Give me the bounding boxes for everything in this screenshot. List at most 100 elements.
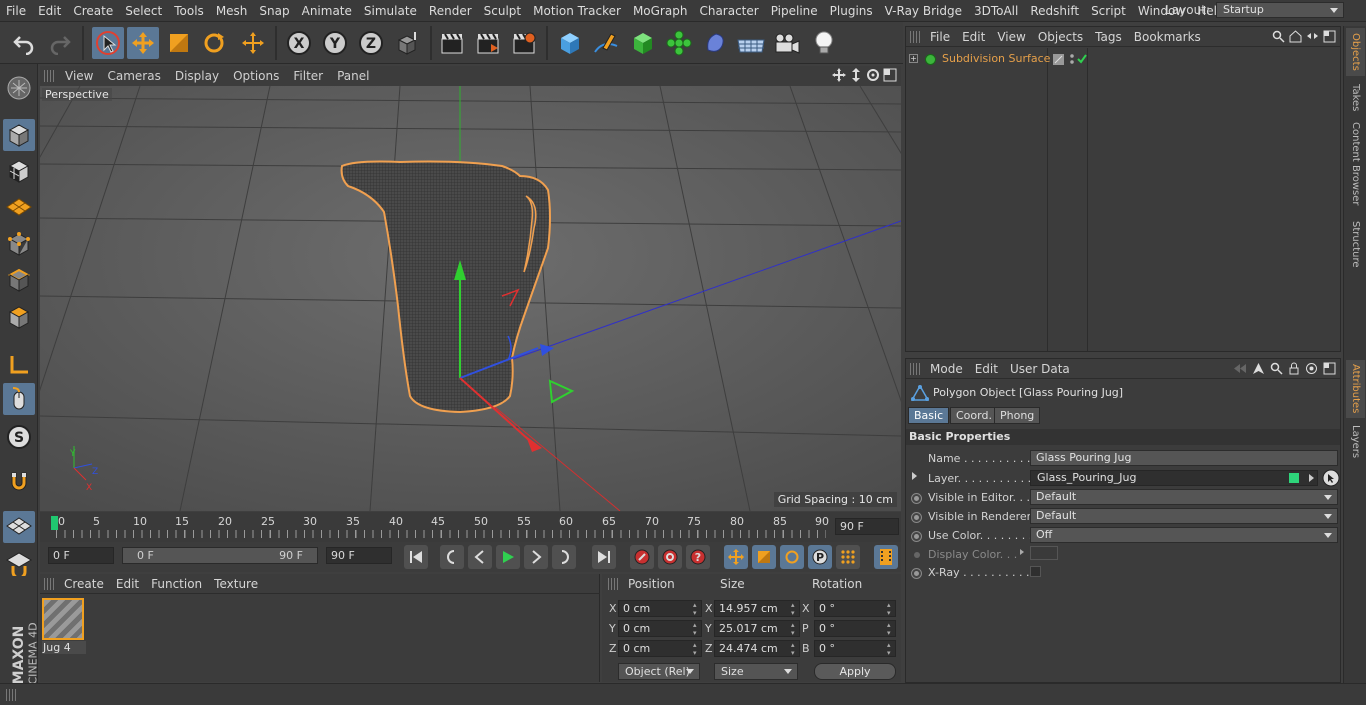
perspective-viewport[interactable]: Y Z X Perspective Grid Spacing : 10 cm — [40, 86, 901, 511]
menu-script[interactable]: Script — [1085, 4, 1132, 18]
move-tool-button[interactable] — [127, 27, 159, 59]
locked-workplane-button[interactable] — [3, 547, 35, 579]
end-frame-field[interactable]: 90 F — [326, 547, 392, 564]
object-menu-tags[interactable]: Tags — [1089, 30, 1128, 44]
menu-simulate[interactable]: Simulate — [358, 4, 423, 18]
goto-previous-frame-button[interactable] — [468, 545, 492, 569]
points-mode-button[interactable] — [3, 228, 35, 260]
visible-in-editor-select[interactable]: Default — [1030, 489, 1338, 505]
xray-radio[interactable] — [911, 568, 922, 579]
play-forward-button[interactable] — [496, 545, 520, 569]
model-mode-button[interactable] — [3, 119, 35, 151]
z-axis-lock-button[interactable]: Z — [355, 27, 387, 59]
key-parameter-button[interactable]: P — [808, 545, 832, 569]
scale-tool-button[interactable] — [163, 27, 195, 59]
side-tab-attributes[interactable]: Attributes — [1346, 360, 1365, 418]
key-position-button[interactable] — [724, 545, 748, 569]
pos-z-input[interactable]: 0 cm — [618, 640, 702, 657]
material-menu-create[interactable]: Create — [58, 577, 110, 591]
rot-h-input[interactable]: 0 ° — [814, 600, 896, 617]
current-frame-field[interactable]: 90 F — [835, 518, 899, 535]
autokeying-button[interactable] — [658, 545, 682, 569]
record-active-objects-button[interactable] — [630, 545, 654, 569]
render-settings-button[interactable] — [508, 27, 540, 59]
use-color-radio[interactable] — [911, 531, 922, 542]
apply-button[interactable]: Apply — [814, 663, 896, 680]
panel-grip[interactable] — [44, 70, 54, 82]
back-arrow-icon[interactable] — [1233, 362, 1247, 375]
polygons-mode-button[interactable] — [3, 301, 35, 333]
live-selection-button[interactable] — [92, 27, 124, 59]
zoom-view-icon[interactable] — [849, 68, 863, 82]
visible-in-editor-radio[interactable] — [911, 493, 922, 504]
size-z-input[interactable]: 24.474 cm — [714, 640, 800, 657]
side-tab-layers[interactable]: Layers — [1346, 422, 1365, 462]
side-tab-takes[interactable]: Takes — [1346, 80, 1365, 116]
home-icon[interactable] — [1289, 30, 1302, 43]
goto-previous-keyframe-button[interactable] — [440, 545, 464, 569]
x-axis-lock-button[interactable]: X — [283, 27, 315, 59]
edges-mode-button[interactable] — [3, 264, 35, 296]
viewport-menu-filter[interactable]: Filter — [286, 69, 330, 83]
arrows-icon[interactable] — [1306, 30, 1319, 43]
name-input[interactable]: Glass Pouring Jug — [1030, 450, 1338, 466]
y-axis-lock-button[interactable]: Y — [319, 27, 351, 59]
xray-checkbox[interactable] — [1030, 566, 1041, 577]
timeline-window-button[interactable] — [874, 545, 898, 569]
panel-grip[interactable] — [6, 689, 16, 701]
visible-in-renderer-radio[interactable] — [911, 512, 922, 523]
search-icon[interactable] — [1270, 362, 1283, 375]
search-icon[interactable] — [1272, 30, 1285, 43]
enabled-check-icon[interactable] — [1076, 53, 1088, 65]
panel-grip[interactable] — [910, 362, 920, 375]
object-menu-view[interactable]: View — [991, 30, 1031, 44]
layer-field[interactable]: Glass_Pouring_Jug — [1030, 470, 1318, 486]
attribute-menu-user-data[interactable]: User Data — [1004, 362, 1076, 376]
redo-button[interactable] — [44, 27, 76, 59]
goto-end-button[interactable] — [592, 545, 616, 569]
side-tab-objects[interactable]: Objects — [1346, 28, 1365, 76]
layer-menu-arrow[interactable] — [1309, 474, 1314, 482]
menu-3dtoall[interactable]: 3DToAll — [968, 4, 1024, 18]
material-menu-texture[interactable]: Texture — [208, 577, 264, 591]
side-tab-content-browser[interactable]: Content Browser — [1346, 120, 1365, 208]
key-point-level-button[interactable] — [836, 545, 860, 569]
goto-start-button[interactable] — [404, 545, 428, 569]
rotate-view-icon[interactable] — [866, 68, 880, 82]
camera-button[interactable] — [771, 27, 803, 59]
layer-expand-arrow[interactable] — [912, 472, 917, 480]
maximize-panel-icon[interactable] — [1323, 362, 1336, 375]
menu-pipeline[interactable]: Pipeline — [765, 4, 824, 18]
coordinate-system-button[interactable] — [392, 27, 424, 59]
material-menu-edit[interactable]: Edit — [110, 577, 145, 591]
material-menu-function[interactable]: Function — [145, 577, 208, 591]
side-tab-structure[interactable]: Structure — [1346, 216, 1365, 272]
workplane-mode-button[interactable] — [3, 191, 35, 223]
key-scale-button[interactable] — [752, 545, 776, 569]
cloner-button[interactable] — [663, 27, 695, 59]
rot-b-input[interactable]: 0 ° — [814, 640, 896, 657]
object-menu-bookmarks[interactable]: Bookmarks — [1128, 30, 1207, 44]
key-rotation-button[interactable] — [780, 545, 804, 569]
viewport-menu-options[interactable]: Options — [226, 69, 286, 83]
viewport-menu-display[interactable]: Display — [168, 69, 226, 83]
render-view-button[interactable] — [436, 27, 468, 59]
display-color-expand-arrow[interactable] — [1020, 549, 1024, 555]
keyframe-selection-button[interactable]: ? — [686, 545, 710, 569]
menu-character[interactable]: Character — [693, 4, 764, 18]
goto-next-frame-button[interactable] — [524, 545, 548, 569]
tweak-mode-button[interactable] — [3, 383, 35, 415]
viewport-menu-view[interactable]: View — [58, 69, 100, 83]
use-color-select[interactable]: Off — [1030, 527, 1338, 543]
coordinate-mode-select[interactable]: Object (Rel) — [618, 663, 700, 680]
menu-motion-tracker[interactable]: Motion Tracker — [527, 4, 627, 18]
menu-render[interactable]: Render — [423, 4, 478, 18]
transform-tool-button[interactable] — [237, 27, 269, 59]
deformer-button[interactable] — [699, 27, 731, 59]
object-row[interactable]: + Subdivision Surface — [906, 52, 1340, 68]
pos-y-input[interactable]: 0 cm — [618, 620, 702, 637]
render-picture-viewer-button[interactable] — [472, 27, 504, 59]
attribute-menu-edit[interactable]: Edit — [969, 362, 1004, 376]
menu-vray-bridge[interactable]: V-Ray Bridge — [879, 4, 968, 18]
solo-mode-button[interactable]: S — [3, 421, 35, 453]
